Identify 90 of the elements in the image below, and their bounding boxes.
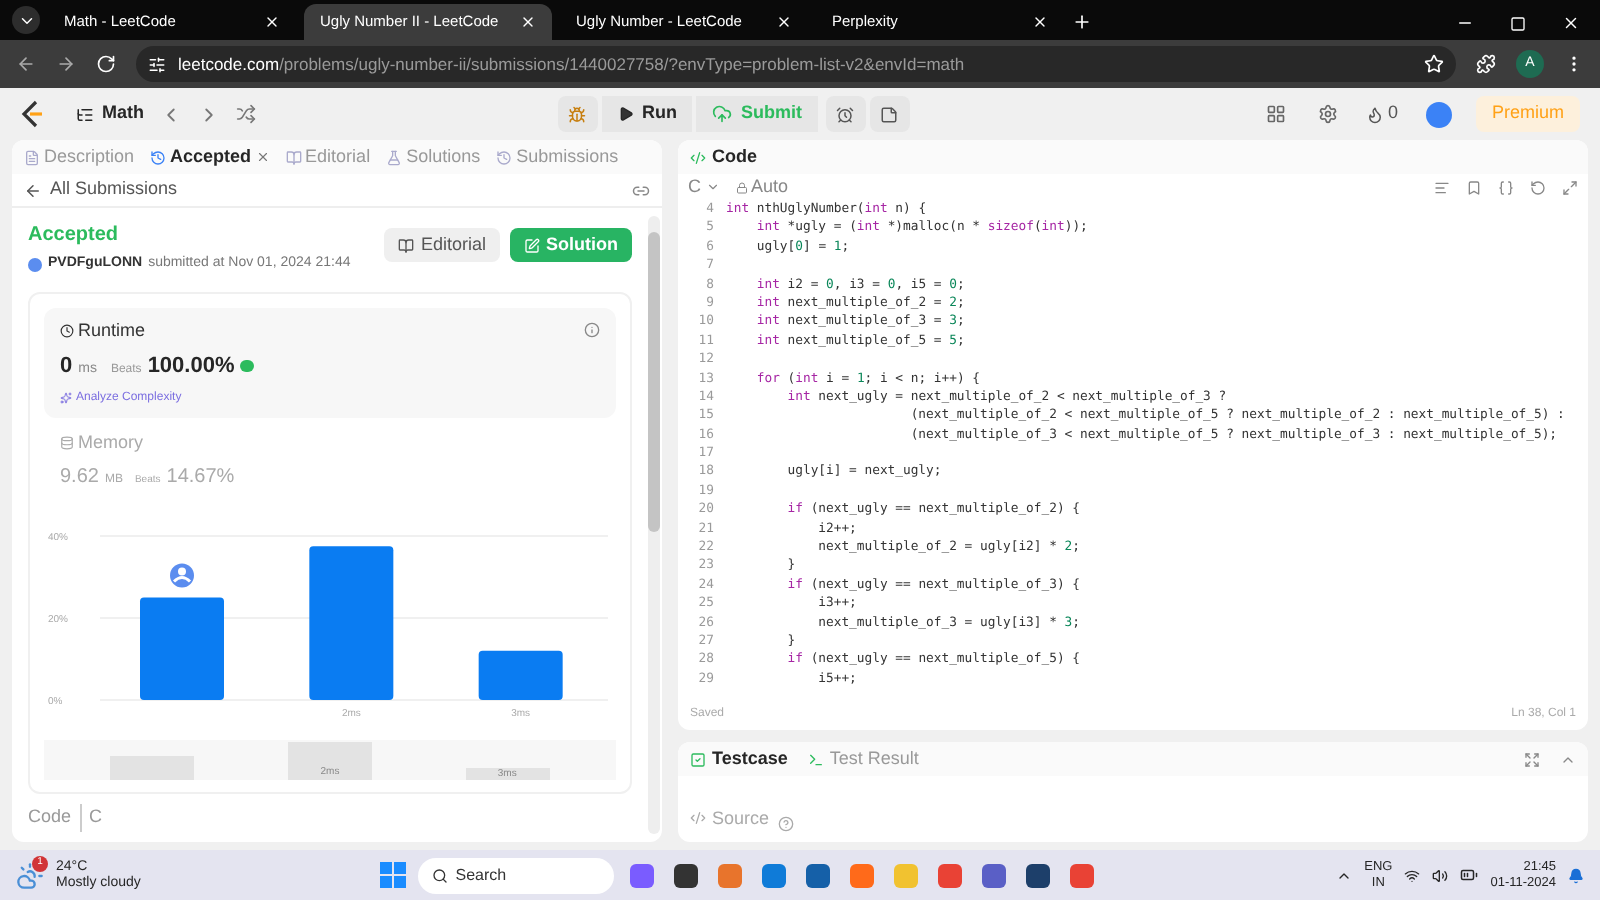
clock-icon [60, 323, 74, 338]
site-settings-icon[interactable] [148, 55, 166, 73]
language-select[interactable]: C [688, 173, 719, 201]
notes-button[interactable] [869, 96, 910, 132]
beats-badge-icon [240, 360, 255, 373]
problem-list-label: Math [102, 100, 144, 127]
help-icon[interactable] [777, 816, 794, 832]
language-label: C [89, 804, 103, 830]
fullscreen-icon[interactable] [1524, 751, 1540, 767]
braces-icon[interactable] [1498, 179, 1514, 195]
reset-icon[interactable] [1530, 179, 1546, 195]
flask-icon [386, 149, 403, 165]
sparkle-icon [60, 392, 72, 404]
auto-mode[interactable]: Auto [735, 173, 789, 201]
search-icon [431, 867, 448, 883]
memory-value: 9.62 [60, 464, 99, 492]
layout-icon[interactable] [1265, 104, 1286, 124]
memory-title: Memory [78, 429, 144, 456]
back-icon[interactable] [16, 54, 36, 74]
taskbar-app-icon[interactable] [981, 863, 1006, 887]
taskbar-app-icon[interactable] [1025, 863, 1050, 887]
new-tab-icon[interactable] [1072, 12, 1092, 32]
maximize-icon[interactable] [1510, 15, 1526, 31]
user-avatar-icon [170, 563, 194, 588]
battery-icon[interactable] [1460, 866, 1479, 884]
beats-percent: 14.67% [166, 464, 235, 492]
panel-title: Code [712, 143, 757, 170]
settings-icon[interactable] [1317, 104, 1338, 124]
code-label: Code [28, 804, 82, 831]
history-icon [496, 149, 513, 165]
streak-count[interactable]: 0 [1387, 100, 1398, 128]
status-title: Accepted [28, 222, 121, 250]
book-icon [398, 237, 415, 253]
shuffle-icon[interactable] [236, 104, 256, 124]
code-icon [690, 810, 706, 827]
cloud-upload-icon [712, 104, 733, 124]
volume-icon[interactable] [1432, 867, 1449, 883]
runtime-title: Runtime [78, 317, 146, 343]
debug-button[interactable] [557, 96, 598, 132]
taskbar-app-icon[interactable] [805, 863, 830, 887]
info-icon[interactable] [584, 322, 600, 339]
bug-icon [568, 105, 587, 123]
database-icon [60, 435, 74, 450]
overview-bar [110, 756, 195, 780]
user-avatar[interactable] [1425, 101, 1452, 127]
edit-icon [524, 237, 540, 253]
all-submissions-link[interactable]: All Submissions [24, 176, 178, 204]
format-icon[interactable] [1434, 179, 1450, 195]
checkbox-icon [690, 751, 706, 767]
address-bar[interactable]: leetcode.com/problems/ugly-number-ii/submissions/1440027758/?envType=problem-list-v2&envId=math [136, 46, 1456, 82]
logo-icon[interactable] [20, 100, 44, 128]
link-icon[interactable] [632, 181, 650, 199]
bookmark-icon[interactable] [1466, 179, 1482, 195]
url-text: leetcode.com/problems/ugly-number-ii/submissions/1440027758/?envType=problem-list-v2&envId=math [178, 51, 967, 77]
alarm-clock-icon [836, 105, 855, 123]
code-icon [690, 149, 706, 165]
extensions-icon[interactable] [1476, 54, 1496, 74]
reload-icon[interactable] [96, 54, 116, 74]
note-icon [880, 105, 899, 123]
problem-list-button[interactable]: Math [76, 100, 144, 128]
wifi-icon[interactable] [1404, 867, 1421, 883]
timer-button[interactable] [825, 96, 866, 132]
history-icon [150, 149, 167, 165]
document-icon [24, 149, 40, 165]
list-icon [76, 105, 94, 123]
expand-icon[interactable] [1562, 179, 1578, 195]
taskbar-app-icon[interactable] [673, 863, 698, 887]
chart-bar[interactable] [478, 650, 563, 700]
beats-percent: 100.00% [147, 352, 235, 382]
book-icon [285, 149, 302, 165]
lock-icon [735, 181, 747, 193]
search-field[interactable]: Search [417, 857, 614, 893]
editorial-button[interactable]: Editorial [384, 228, 500, 262]
terminal-icon [807, 751, 824, 767]
back-arrow-icon [24, 181, 42, 199]
scrollbar[interactable] [648, 216, 660, 834]
console-tab[interactable]: Testcase [690, 745, 788, 773]
chevron-down-icon [705, 180, 719, 194]
tab-menu-button[interactable] [12, 6, 40, 34]
bookmark-star-icon[interactable] [1424, 54, 1444, 74]
windows-logo-icon[interactable] [379, 862, 406, 888]
flame-icon[interactable] [1365, 105, 1384, 123]
user-avatar [28, 257, 42, 272]
forward-icon[interactable] [56, 54, 76, 74]
runtime-value: 0 [60, 352, 73, 382]
panel-tab[interactable]: Accepted [150, 143, 270, 171]
run-button[interactable]: Run [601, 96, 693, 132]
weather-icon[interactable] [16, 861, 44, 889]
play-icon [617, 106, 634, 122]
notification-icon[interactable] [1568, 867, 1584, 883]
